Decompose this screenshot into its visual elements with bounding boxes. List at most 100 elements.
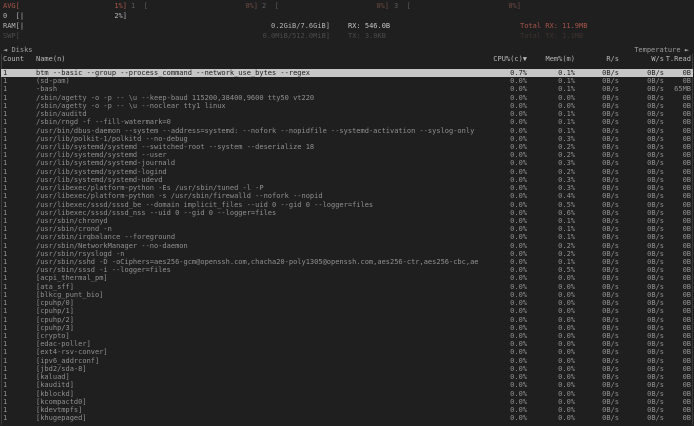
process-write-rate: 0B/s — [619, 316, 664, 324]
table-row[interactable]: 1 [kdevtmpfs] 0.0% 0.0% 0B/s 0B/s 0B — [1, 406, 693, 414]
process-read-rate: 0B/s — [575, 118, 619, 126]
process-read-rate: 0B/s — [575, 94, 619, 102]
table-row[interactable]: 1 [crypto] 0.0% 0.0% 0B/s 0B/s 0B — [1, 332, 693, 340]
table-row[interactable]: 1 /usr/lib/systemd/systemd-logind 0.0% 0… — [1, 168, 693, 176]
table-row[interactable]: 1 /sbin/rngd -f --fill-watermark=0 0.0% … — [1, 118, 693, 126]
process-read-rate: 0B/s — [575, 258, 619, 266]
cpu-gauge-avg-label: AVG[ — [3, 2, 20, 11]
table-row[interactable]: 1 /usr/sbin/crond -n 0.0% 0.1% 0B/s 0B/s… — [1, 225, 693, 233]
column-header-cpu-sort-desc[interactable]: CPU%(c)▼ — [479, 55, 527, 64]
process-total-read: 0B — [664, 151, 691, 159]
table-row[interactable]: 1 [ata_sff] 0.0% 0.0% 0B/s 0B/s 0B — [1, 283, 693, 291]
table-row[interactable]: 1 /usr/lib/systemd/systemd --switched-ro… — [1, 143, 693, 151]
process-count: 1 — [3, 176, 36, 184]
process-total-read: 0B — [664, 348, 691, 356]
table-row[interactable]: 1 [kcompactd0] 0.0% 0.0% 0B/s 0B/s 0B — [1, 398, 693, 406]
process-total-read: 0B — [664, 381, 691, 389]
process-name: /usr/lib/systemd/systemd --user — [36, 151, 479, 159]
table-row[interactable]: 1 [kaluad] 0.0% 0.0% 0B/s 0B/s 0B — [1, 373, 693, 381]
column-header-name[interactable]: Name(n) — [36, 55, 479, 64]
process-read-rate: 0B/s — [575, 373, 619, 381]
process-write-rate: 0B/s — [619, 258, 664, 266]
table-row[interactable]: 1 /usr/lib/systemd/systemd-udevd 0.0% 0.… — [1, 176, 693, 184]
table-row[interactable]: 1 /usr/lib/polkit-1/polkitd --no-debug 0… — [1, 135, 693, 143]
table-row[interactable]: 1 [cpuhp/3] 0.0% 0.0% 0B/s 0B/s 0B — [1, 324, 693, 332]
table-row[interactable]: 1 /usr/lib/systemd/systemd-journald 0.0%… — [1, 159, 693, 167]
process-write-rate: 0B/s — [619, 291, 664, 299]
column-header-write-rate[interactable]: W/s — [619, 55, 664, 64]
table-row[interactable]: 1 btm --basic --group --process_command … — [1, 69, 693, 77]
process-write-rate: 0B/s — [619, 102, 664, 110]
column-header-mem[interactable]: Mem%(m) — [527, 55, 575, 64]
process-count: 1 — [3, 69, 36, 77]
process-cpu-percent: 0.0% — [479, 299, 527, 307]
table-row[interactable]: 1 [blkcg_punt_bio] 0.0% 0.0% 0B/s 0B/s 0… — [1, 291, 693, 299]
process-mem-percent: 0.3% — [527, 176, 575, 184]
process-name: /sbin/agetty -o -p -- \u --noclear tty1 … — [36, 102, 479, 110]
process-name: /usr/libexec/sssd/sssd_nss --uid 0 --gid… — [36, 209, 479, 217]
table-row[interactable]: 1 [acpi_thermal_pm] 0.0% 0.0% 0B/s 0B/s … — [1, 274, 693, 282]
process-mem-percent: 0.3% — [527, 184, 575, 192]
table-row[interactable]: 1 /usr/libexec/platform-python -s /usr/s… — [1, 192, 693, 200]
table-row[interactable]: 1 [khugepaged] 0.0% 0.0% 0B/s 0B/s 0B — [1, 414, 693, 422]
column-header-count[interactable]: Count — [3, 55, 36, 64]
table-row[interactable]: 1 [ipv6_addrconf] 0.0% 0.0% 0B/s 0B/s 0B — [1, 357, 693, 365]
process-mem-percent: 0.1% — [527, 118, 575, 126]
process-mem-percent: 0.4% — [527, 192, 575, 200]
table-row[interactable]: 1 /sbin/agetty -o -p -- \u --noclear tty… — [1, 102, 693, 110]
process-total-read: 0B — [664, 316, 691, 324]
table-row[interactable]: 1 [jbd2/sda-8] 0.0% 0.0% 0B/s 0B/s 0B — [1, 365, 693, 373]
process-read-rate: 0B/s — [575, 340, 619, 348]
process-read-rate: 0B/s — [575, 291, 619, 299]
table-row[interactable]: 1 /usr/sbin/chronyd 0.0% 0.1% 0B/s 0B/s … — [1, 217, 693, 225]
ram-gauge-value: 0.2GiB/7.6GiB] — [271, 22, 330, 31]
process-write-rate: 0B/s — [619, 143, 664, 151]
table-row[interactable]: 1 /usr/libexec/platform-python -Es /usr/… — [1, 184, 693, 192]
process-total-read: 0B — [664, 192, 691, 200]
process-total-read: 0B — [664, 340, 691, 348]
table-row[interactable]: 1 -bash 0.0% 0.1% 0B/s 0B/s 65MB — [1, 85, 693, 93]
process-count: 1 — [3, 225, 36, 233]
table-row[interactable]: 1 /usr/libexec/sssd/sssd_be --domain imp… — [1, 201, 693, 209]
table-row[interactable]: 1 /usr/sbin/sssd -i --logger=files 0.0% … — [1, 266, 693, 274]
column-header-total-read[interactable]: T.Read — [664, 55, 691, 64]
process-name: /sbin/auditd — [36, 110, 479, 118]
table-row[interactable]: 1 [cpuhp/2] 0.0% 0.0% 0B/s 0B/s 0B — [1, 316, 693, 324]
table-row[interactable]: 1 [edac-poller] 0.0% 0.0% 0B/s 0B/s 0B — [1, 340, 693, 348]
process-count: 1 — [3, 201, 36, 209]
process-count: 1 — [3, 217, 36, 225]
process-total-read: 0B — [664, 242, 691, 250]
table-row[interactable]: 1 /usr/sbin/irqbalance --foreground 0.0%… — [1, 233, 693, 241]
process-cpu-percent: 0.0% — [479, 266, 527, 274]
process-mem-percent: 0.0% — [527, 340, 575, 348]
process-mem-percent: 0.0% — [527, 307, 575, 315]
process-read-rate: 0B/s — [575, 69, 619, 77]
table-row[interactable]: 1 (sd-pam) 0.0% 0.1% 0B/s 0B/s 0B — [1, 77, 693, 85]
network-total-tx: Total TX: 1.1MB — [520, 32, 583, 41]
network-tx-rate: TX: 3.0KB — [348, 32, 386, 41]
table-row[interactable]: 1 [kauditd] 0.0% 0.0% 0B/s 0B/s 0B — [1, 381, 693, 389]
process-read-rate: 0B/s — [575, 390, 619, 398]
process-read-rate: 0B/s — [575, 176, 619, 184]
process-count: 1 — [3, 209, 36, 217]
process-read-rate: 0B/s — [575, 381, 619, 389]
table-row[interactable]: 1 /usr/sbin/rsyslogd -n 0.0% 0.2% 0B/s 0… — [1, 250, 693, 258]
table-row[interactable]: 1 /usr/sbin/sshd -D -oCiphers=aes256-gcm… — [1, 258, 693, 266]
process-mem-percent: 0.0% — [527, 291, 575, 299]
table-row[interactable]: 1 /sbin/auditd 0.0% 0.1% 0B/s 0B/s 0B — [1, 110, 693, 118]
table-row[interactable]: 1 /usr/lib/systemd/systemd --user 0.0% 0… — [1, 151, 693, 159]
process-name: [blkcg_punt_bio] — [36, 291, 479, 299]
table-row[interactable]: 1 /usr/libexec/sssd/sssd_nss --uid 0 --g… — [1, 209, 693, 217]
process-name: /usr/sbin/rsyslogd -n — [36, 250, 479, 258]
table-row[interactable]: 1 [ext4-rsv-conver] 0.0% 0.0% 0B/s 0B/s … — [1, 348, 693, 356]
table-row[interactable]: 1 /usr/sbin/NetworkManager --no-daemon 0… — [1, 242, 693, 250]
table-row[interactable]: 1 [kblockd] 0.0% 0.0% 0B/s 0B/s 0B — [1, 390, 693, 398]
table-row[interactable]: 1 [cpuhp/1] 0.0% 0.0% 0B/s 0B/s 0B — [1, 307, 693, 315]
table-row[interactable]: 1 /usr/bin/dbus-daemon --system --addres… — [1, 127, 693, 135]
process-cpu-percent: 0.0% — [479, 201, 527, 209]
table-row[interactable]: 1 /sbin/agetty -o -p -- \u --keep-baud 1… — [1, 94, 693, 102]
process-count: 1 — [3, 118, 36, 126]
process-count: 1 — [3, 316, 36, 324]
table-row[interactable]: 1 [cpuhp/0] 0.0% 0.0% 0B/s 0B/s 0B — [1, 299, 693, 307]
column-header-read-rate[interactable]: R/s — [575, 55, 619, 64]
